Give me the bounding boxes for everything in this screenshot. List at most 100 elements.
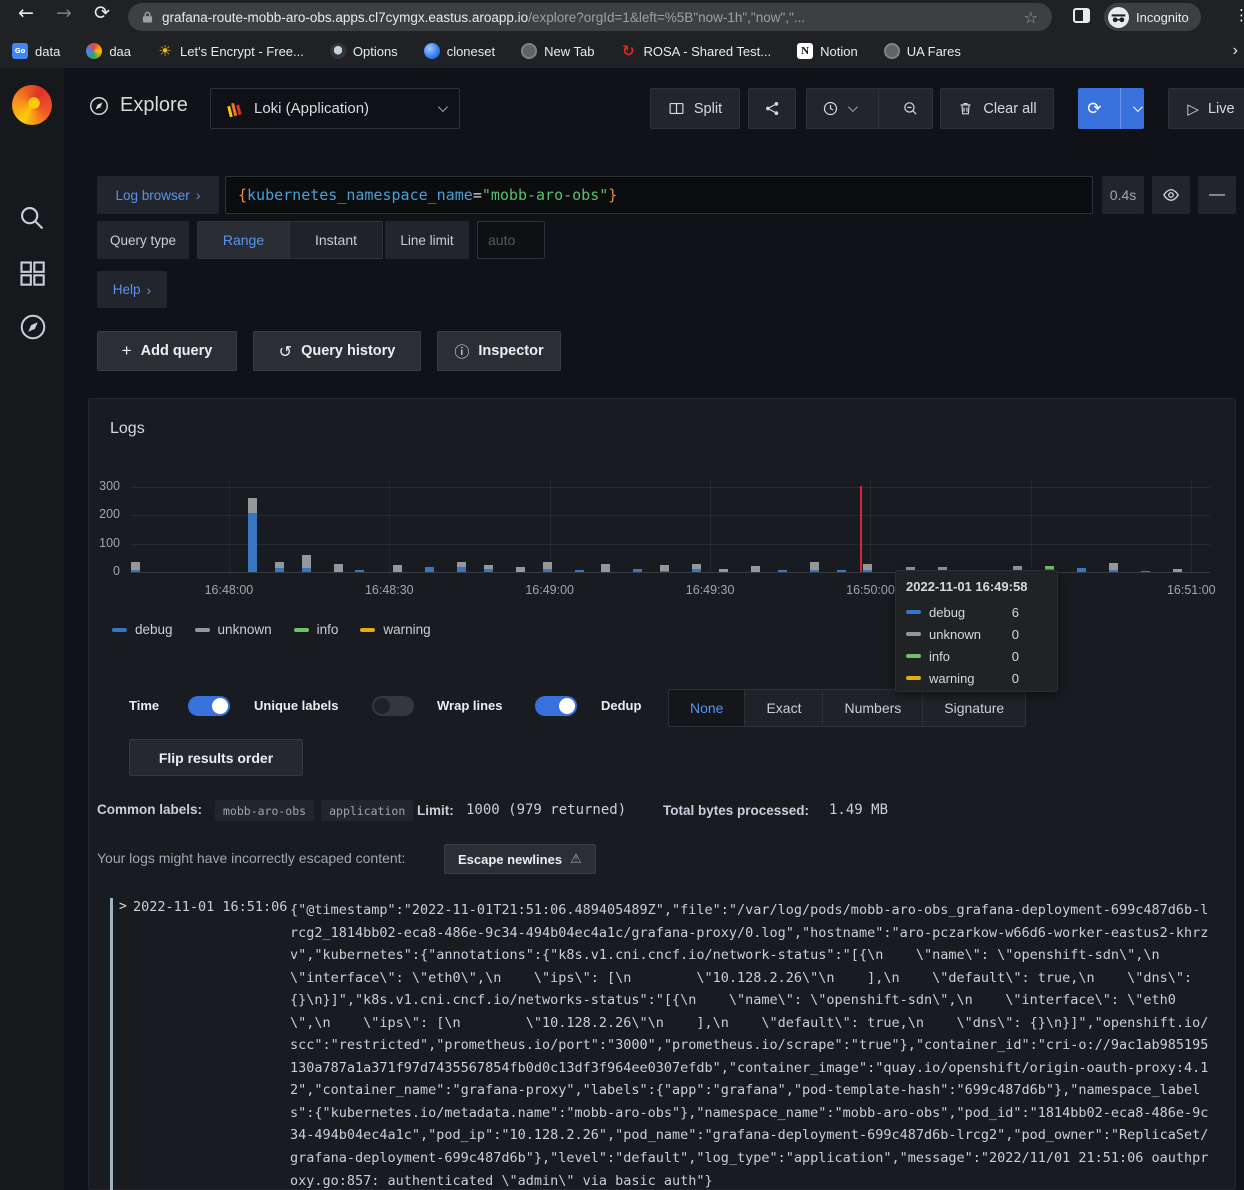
incognito-badge: Incognito — [1104, 3, 1201, 31]
legend-item[interactable]: warning — [360, 622, 430, 637]
time-picker[interactable] — [806, 88, 933, 129]
bookmarks-overflow-icon[interactable]: › — [1233, 42, 1238, 60]
warning-icon: ⚠ — [570, 852, 582, 867]
dedup-option-numbers[interactable]: Numbers — [823, 690, 923, 726]
query-expression-input[interactable]: {kubernetes_namespace_name="mobb-aro-obs… — [225, 176, 1093, 214]
plus-icon: + — [122, 341, 132, 361]
query-history-button[interactable]: ↺ Query history — [253, 331, 421, 371]
log-message[interactable]: {"@timestamp":"2022-11-01T21:51:06.48940… — [290, 899, 1230, 1190]
log-volume-bar — [355, 570, 364, 572]
datasource-picker[interactable]: Loki (Application) — [210, 88, 460, 129]
blue-dot-icon — [424, 43, 440, 59]
dedup-option-none[interactable]: None — [669, 690, 745, 726]
chart-tooltip: 2022-11-01 16:49:58 debug6unknown0info0w… — [895, 570, 1058, 692]
range-tab[interactable]: Range — [198, 222, 290, 258]
chart-legend: debug unknown info warning — [112, 622, 431, 637]
page: ← → ⟳ grafana-route-mobb-aro-obs.apps.cl… — [0, 0, 1244, 1190]
log-level-indicator — [110, 898, 113, 1190]
bookmark-item[interactable]: Godata — [12, 43, 60, 59]
clock-icon — [822, 100, 839, 117]
dedup-option-exact[interactable]: Exact — [745, 690, 823, 726]
y-tick-label: 300 — [86, 479, 120, 493]
refresh-interval-dropdown[interactable] — [1129, 105, 1144, 112]
clear-all-button[interactable]: Clear all — [940, 88, 1054, 129]
play-icon: ▷ — [1187, 100, 1199, 118]
escape-newlines-button[interactable]: Escape newlines ⚠ — [444, 844, 596, 874]
tooltip-row: debug6 — [906, 601, 1047, 623]
legend-item[interactable]: info — [294, 622, 339, 637]
bookmark-label: Let's Encrypt - Free... — [180, 44, 304, 59]
forward-icon[interactable]: → — [56, 2, 72, 24]
bookmark-label: New Tab — [544, 44, 594, 59]
bookmark-star-icon[interactable]: ☆ — [1024, 8, 1038, 27]
log-volume-bar — [425, 567, 434, 572]
tooltip-timestamp: 2022-11-01 16:49:58 — [906, 579, 1047, 594]
bookmark-item[interactable]: Options — [330, 43, 398, 59]
datasource-name: Loki (Application) — [254, 100, 427, 117]
query-visibility-button[interactable] — [1152, 176, 1190, 214]
instant-tab[interactable]: Instant — [290, 222, 382, 258]
dashboards-grid-icon[interactable] — [18, 259, 46, 287]
log-expand-icon[interactable]: > — [119, 899, 127, 914]
zoom-out-button[interactable] — [888, 100, 932, 117]
search-icon[interactable] — [18, 204, 46, 232]
grafana-sidebar — [0, 68, 64, 1190]
bookmark-item[interactable]: UA Fares — [884, 43, 961, 59]
bookmark-item[interactable]: ↻ROSA - Shared Test... — [620, 43, 771, 59]
wrap-lines-toggle[interactable] — [535, 696, 577, 716]
inspector-button[interactable]: ⓘ Inspector — [437, 331, 561, 371]
bookmark-label: Notion — [820, 44, 858, 59]
compass-icon — [88, 95, 110, 117]
legend-swatch — [294, 628, 309, 632]
side-panel-icon[interactable] — [1073, 8, 1090, 23]
explore-compass-icon[interactable] — [18, 312, 48, 342]
log-timestamp: 2022-11-01 16:51:06 — [133, 899, 287, 915]
logs-volume-chart[interactable]: 16:48:0016:48:3016:49:0016:49:3016:50:00… — [130, 480, 1210, 573]
tooltip-row: info0 — [906, 645, 1047, 667]
refresh-icon: ⟳ — [1078, 99, 1111, 119]
log-browser-button[interactable]: Log browser› — [97, 176, 219, 214]
x-tick-label: 16:50:00 — [846, 583, 895, 597]
bookmarks-bar: Godata daa ☀ Let's Encrypt - Free... Options… — [0, 34, 1244, 68]
flip-results-order-button[interactable]: Flip results order — [129, 739, 303, 776]
dedup-option-signature[interactable]: Signature — [923, 690, 1025, 726]
remove-query-button[interactable]: — — [1198, 176, 1236, 214]
time-toggle[interactable] — [188, 696, 230, 716]
split-button[interactable]: Split — [650, 88, 740, 129]
back-icon[interactable]: ← — [18, 2, 34, 24]
loki-icon — [225, 99, 243, 119]
legend-label: unknown — [218, 622, 272, 637]
log-volume-bar — [837, 570, 846, 572]
log-volume-bar — [660, 565, 669, 572]
bookmark-item[interactable]: ☀ Let's Encrypt - Free... — [157, 43, 304, 59]
chevron-down-icon — [438, 102, 448, 112]
menu-kebab-icon[interactable]: ⋮ — [1234, 6, 1244, 24]
log-volume-bar — [863, 564, 872, 572]
letsencrypt-icon: ☀ — [157, 43, 173, 59]
log-volume-bar — [751, 566, 760, 573]
bookmark-label: Options — [353, 44, 398, 59]
legend-item[interactable]: unknown — [195, 622, 272, 637]
unique-labels-toggle[interactable] — [372, 696, 414, 716]
bookmark-item[interactable]: daa — [86, 43, 131, 59]
share-button[interactable] — [748, 88, 796, 129]
legend-swatch — [112, 628, 127, 632]
log-volume-bar — [393, 565, 402, 572]
bookmark-item[interactable]: NNotion — [797, 43, 858, 59]
bookmark-item[interactable]: cloneset — [424, 43, 495, 59]
y-tick-label: 100 — [86, 536, 120, 550]
help-button[interactable]: Help› — [97, 271, 167, 308]
grafana-logo[interactable] — [12, 85, 52, 125]
reload-icon[interactable]: ⟳ — [94, 2, 110, 24]
url-bar[interactable]: grafana-route-mobb-aro-obs.apps.cl7cymgx… — [128, 3, 1052, 31]
log-volume-bar — [778, 570, 787, 572]
tooltip-row: warning0 — [906, 667, 1047, 689]
x-tick-label: 16:48:00 — [205, 583, 254, 597]
run-query-button[interactable]: ⟳ — [1078, 88, 1144, 129]
log-volume-bar — [1141, 571, 1150, 572]
legend-item[interactable]: debug — [112, 622, 173, 637]
bookmark-item[interactable]: New Tab — [521, 43, 594, 59]
line-limit-input[interactable] — [477, 221, 545, 259]
live-button[interactable]: ▷ Live — [1168, 88, 1244, 129]
add-query-button[interactable]: + Add query — [97, 331, 237, 371]
